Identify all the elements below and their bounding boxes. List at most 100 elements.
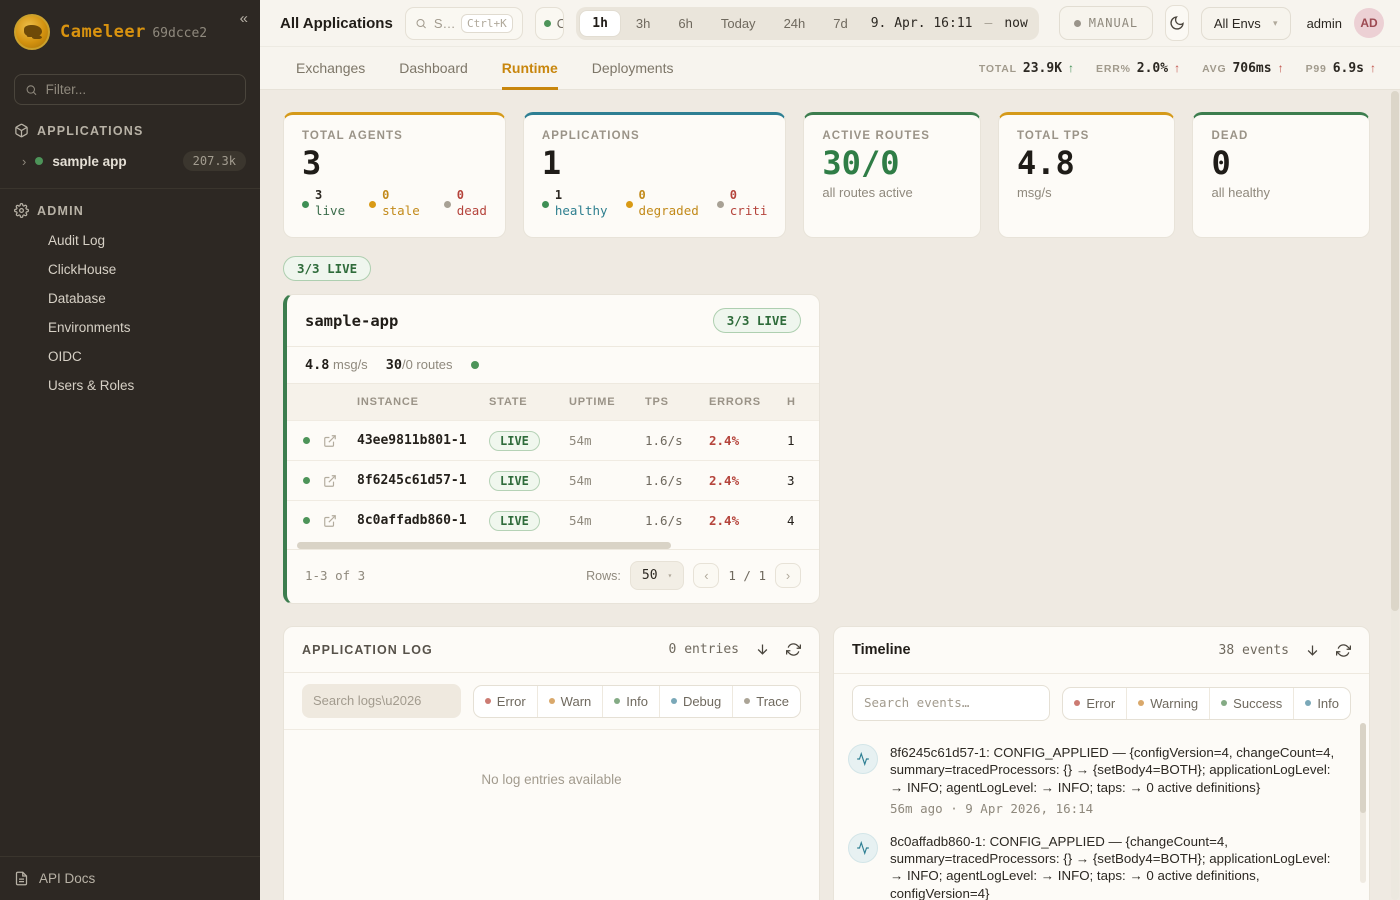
state-badge: LIVE xyxy=(489,431,540,451)
sidebar: Cameleer 69dcce2 « APPLICATIONS › sample… xyxy=(0,0,260,900)
environment-selected-label: All Envs xyxy=(1214,16,1261,31)
sidebar-filter-field[interactable] xyxy=(46,82,235,97)
time-range-6h[interactable]: 6h xyxy=(665,10,705,37)
filter-chip-info[interactable]: Info xyxy=(1293,688,1350,719)
trace-dot xyxy=(744,698,750,704)
sidebar-item-audit-log[interactable]: Audit Log xyxy=(0,226,260,255)
time-range-to[interactable]: now xyxy=(996,16,1035,31)
substat-stale: 0stale xyxy=(369,188,420,219)
time-range-24h[interactable]: 24h xyxy=(771,10,819,37)
manual-refresh-button[interactable]: MANUAL xyxy=(1059,6,1153,40)
next-page-button[interactable]: › xyxy=(775,563,801,588)
horizontal-scrollbar[interactable] xyxy=(297,542,809,549)
time-range-from[interactable]: 9. Apr. 16:11 xyxy=(863,16,981,31)
chevron-right-icon[interactable]: › xyxy=(22,154,26,169)
filter-chip-info[interactable]: Info xyxy=(602,686,659,717)
search-icon xyxy=(415,17,427,30)
download-icon[interactable] xyxy=(1305,643,1320,658)
info-dot xyxy=(614,698,620,704)
external-link-icon[interactable] xyxy=(323,474,357,488)
global-search-input[interactable]: S… Ctrl+K xyxy=(405,7,523,40)
dark-mode-toggle[interactable] xyxy=(1165,5,1189,41)
status-dot xyxy=(717,201,724,208)
timeline-search-input[interactable] xyxy=(852,685,1050,721)
filter-chip-success[interactable]: Success xyxy=(1209,688,1293,719)
download-icon[interactable] xyxy=(755,642,770,657)
substat-critical: 0criti xyxy=(717,188,768,219)
filter-chip-warn[interactable]: Warn xyxy=(537,686,603,717)
external-link-icon[interactable] xyxy=(323,514,357,528)
timeline-scrollbar[interactable] xyxy=(1360,723,1366,883)
sidebar-item-environments[interactable]: Environments xyxy=(0,313,260,342)
environment-select[interactable]: All Envs ▾ xyxy=(1201,7,1291,40)
time-range-today[interactable]: Today xyxy=(708,10,769,37)
brand-version: 69dcce2 xyxy=(152,26,207,41)
filter-chip-warning[interactable]: Warning xyxy=(1126,688,1209,719)
sidebar-item-clickhouse[interactable]: ClickHouse xyxy=(0,255,260,284)
filter-chip-error[interactable]: Error xyxy=(474,686,537,717)
filter-chip-error[interactable]: Error xyxy=(1063,688,1126,719)
table-row[interactable]: 8c0affadb860-1 LIVE 54m 1.6/s 2.4% 4 xyxy=(287,500,819,540)
applications-header-label: APPLICATIONS xyxy=(37,124,144,138)
timeline-search-field[interactable] xyxy=(864,695,1038,710)
table-row[interactable]: 8f6245c61d57-1 LIVE 54m 1.6/s 2.4% 3 xyxy=(287,460,819,500)
rows-per-page-select[interactable]: 50 ▾ xyxy=(630,561,684,590)
sample-app-panel: sample-app 3/3 LIVE 4.8 msg/s 30/0 route… xyxy=(283,294,820,604)
sidebar-filter-input[interactable] xyxy=(14,74,246,105)
table-row[interactable]: 43ee9811b801-1 LIVE 54m 1.6/s 2.4% 1 xyxy=(287,420,819,460)
substat-dead: 0dead xyxy=(444,188,487,219)
tab-deployments[interactable]: Deployments xyxy=(592,47,674,90)
document-icon xyxy=(14,871,29,886)
refresh-icon[interactable] xyxy=(1336,643,1351,658)
health-status-chip[interactable]: O xyxy=(535,7,564,40)
card-dead: DEAD 0 all healthy xyxy=(1192,112,1370,238)
timeline-events-list[interactable]: 8f6245c61d57-1: CONFIG_APPLIED — {config… xyxy=(834,732,1369,900)
warning-dot xyxy=(1138,700,1144,706)
sidebar-item-users-roles[interactable]: Users & Roles xyxy=(0,371,260,400)
warn-dot xyxy=(549,698,555,704)
app-panel-title[interactable]: sample-app xyxy=(305,312,398,330)
kpi-avg: AVG706ms↑ xyxy=(1202,61,1284,76)
gear-icon xyxy=(14,203,29,218)
time-range-segmented: 1h 3h 6h Today 24h 7d 9. Apr. 16:11 – no… xyxy=(576,7,1039,40)
content-area: TOTAL AGENTS 3 3live 0stale 0dead APPLIC… xyxy=(260,90,1400,900)
prev-page-button[interactable]: ‹ xyxy=(693,563,719,588)
tab-dashboard[interactable]: Dashboard xyxy=(399,47,468,90)
filter-chip-debug[interactable]: Debug xyxy=(659,686,732,717)
activity-icon xyxy=(848,744,878,774)
refresh-icon[interactable] xyxy=(786,642,801,657)
log-search-field[interactable] xyxy=(313,693,450,708)
table-pagination: 1-3 of 3 Rows: 50 ▾ ‹ 1 / 1 › xyxy=(287,549,819,603)
sidebar-item-oidc[interactable]: OIDC xyxy=(0,342,260,371)
sidebar-item-sample-app[interactable]: › sample app 207.3k xyxy=(0,142,260,180)
api-docs-label: API Docs xyxy=(39,871,95,886)
tab-exchanges[interactable]: Exchanges xyxy=(296,47,365,90)
timeline-panel: Timeline 38 events Error Warning Success xyxy=(833,626,1370,900)
filter-chip-trace[interactable]: Trace xyxy=(732,686,800,717)
info-dot xyxy=(1305,700,1311,706)
time-range-1h[interactable]: 1h xyxy=(579,10,621,37)
manual-mode-dot xyxy=(1074,20,1081,27)
manual-label: MANUAL xyxy=(1089,16,1138,30)
timeline-event[interactable]: 8f6245c61d57-1: CONFIG_APPLIED — {config… xyxy=(848,744,1343,816)
sidebar-item-api-docs[interactable]: API Docs xyxy=(0,856,260,900)
timeline-event[interactable]: 8c0affadb860-1: CONFIG_APPLIED — {change… xyxy=(848,833,1343,900)
sidebar-collapse-icon[interactable]: « xyxy=(240,10,248,27)
time-range-3h[interactable]: 3h xyxy=(623,10,663,37)
external-link-icon[interactable] xyxy=(323,434,357,448)
instances-table-header: INSTANCE STATE UPTIME TPS ERRORS H xyxy=(287,384,819,420)
tab-runtime[interactable]: Runtime xyxy=(502,47,558,90)
arrow-up-icon: ↑ xyxy=(1174,61,1180,75)
topbar: All Applications S… Ctrl+K O 1h 3h 6h To… xyxy=(260,0,1400,47)
avatar[interactable]: AD xyxy=(1354,8,1384,38)
time-range-7d[interactable]: 7d xyxy=(820,10,860,37)
status-dot xyxy=(369,201,376,208)
pagination-range-label: 1-3 of 3 xyxy=(305,568,365,583)
log-panel-title: APPLICATION LOG xyxy=(302,643,433,657)
log-search-input[interactable] xyxy=(302,684,461,718)
instance-status-dot xyxy=(303,517,310,524)
page-scrollbar[interactable] xyxy=(1391,91,1399,900)
sidebar-item-database[interactable]: Database xyxy=(0,284,260,313)
page-indicator: 1 / 1 xyxy=(728,568,766,583)
status-dot xyxy=(542,201,549,208)
